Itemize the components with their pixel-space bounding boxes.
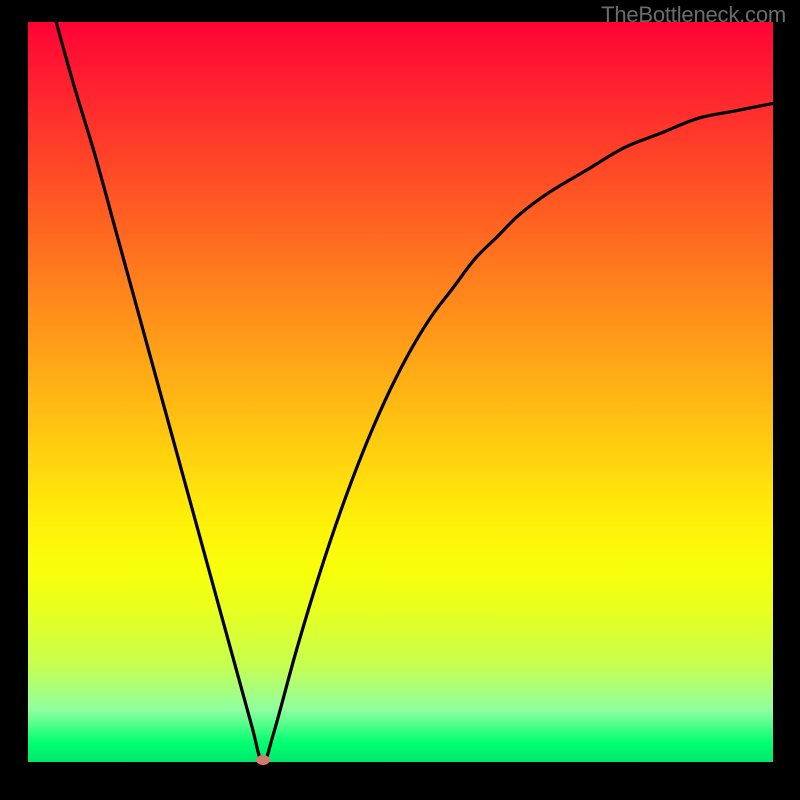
chart-frame: TheBottleneck.com: [0, 0, 800, 800]
watermark-text: TheBottleneck.com: [601, 2, 786, 28]
curve-layer: [28, 22, 773, 762]
minimum-marker: [256, 755, 270, 765]
plot-area: [28, 22, 773, 762]
bottleneck-curve: [28, 22, 773, 762]
